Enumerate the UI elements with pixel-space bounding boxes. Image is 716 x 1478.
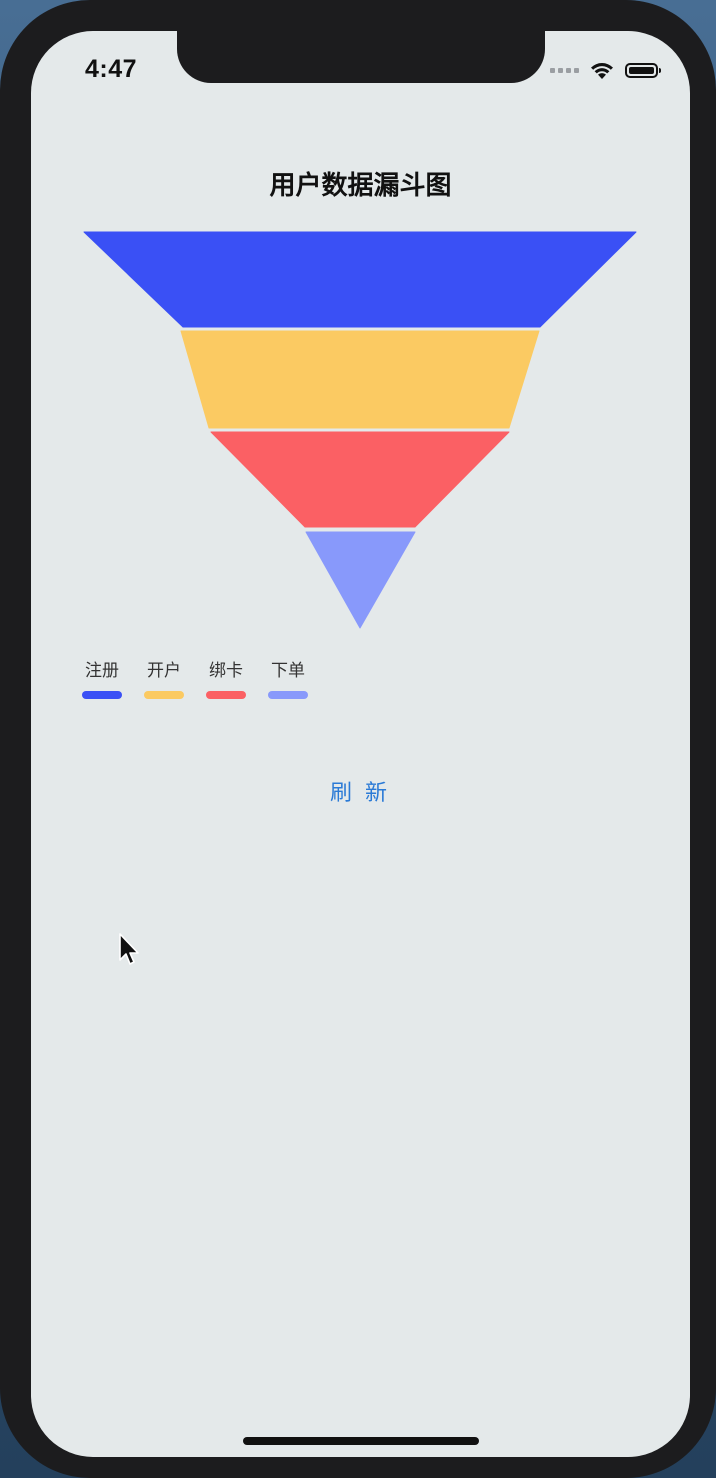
home-indicator	[243, 1437, 479, 1445]
funnel-segment-1[interactable]	[83, 231, 637, 328]
legend-swatch	[206, 691, 246, 699]
legend-item-2[interactable]: 开户	[144, 661, 184, 699]
legend-swatch	[144, 691, 184, 699]
funnel-chart	[83, 231, 637, 629]
funnel-segment-2[interactable]	[180, 330, 540, 429]
legend-label: 注册	[85, 661, 119, 681]
legend-swatch	[82, 691, 122, 699]
mouse-cursor-icon	[119, 933, 139, 965]
legend-item-4[interactable]: 下单	[268, 661, 308, 699]
funnel-segment-3[interactable]	[210, 431, 510, 528]
legend-label: 开户	[147, 661, 181, 681]
legend-label: 绑卡	[209, 661, 243, 681]
legend-item-3[interactable]: 绑卡	[206, 661, 246, 699]
legend-label: 下单	[271, 661, 305, 681]
legend-item-1[interactable]: 注册	[82, 661, 122, 699]
chart-legend: 注册 开户 绑卡 下单	[82, 661, 308, 699]
legend-swatch	[268, 691, 308, 699]
funnel-segment-4[interactable]	[305, 531, 416, 629]
app-screen: 4:47 用户数据漏斗图 注册 开户 绑卡 下单 刷 新	[31, 31, 690, 1457]
phone-frame: 4:47 用户数据漏斗图 注册 开户 绑卡 下单 刷 新	[0, 0, 716, 1478]
refresh-button[interactable]: 刷 新	[310, 776, 410, 812]
